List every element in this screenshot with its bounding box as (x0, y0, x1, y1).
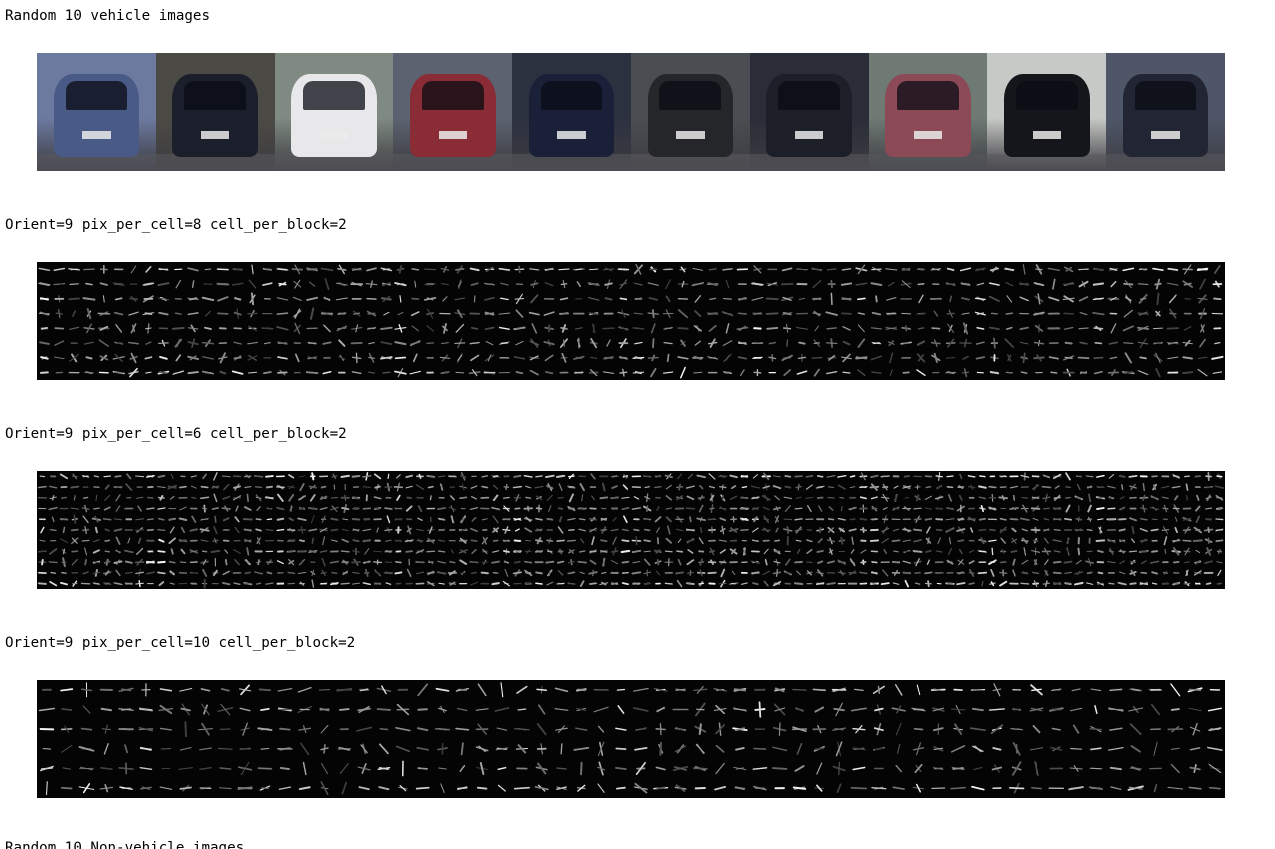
hog-thumbnail (1106, 262, 1225, 380)
hog-thumbnail (274, 471, 394, 589)
hog-thumbnail (987, 262, 1107, 380)
hog-strip-ppc6 (37, 471, 1225, 589)
hog-thumbnail (393, 471, 513, 589)
vehicle-thumbnail (749, 53, 869, 171)
hog-thumbnail (868, 262, 988, 380)
hog-thumbnail (155, 262, 275, 380)
hog-row-3-label: Orient=9 pix_per_cell=10 cell_per_block=… (5, 635, 356, 651)
vehicle-thumbnail (155, 53, 275, 171)
nonvehicle-images-heading: Random 10 Non-vehicle images (5, 840, 245, 849)
hog-thumbnail (749, 471, 869, 589)
hog-thumbnail (393, 262, 513, 380)
hog-thumbnail (868, 680, 988, 798)
vehicle-thumbnail (274, 53, 394, 171)
hog-thumbnail (987, 680, 1107, 798)
hog-thumbnail (1106, 680, 1225, 798)
hog-thumbnail (512, 262, 631, 380)
hog-thumbnail (393, 680, 513, 798)
vehicle-thumbnail (1106, 53, 1225, 171)
vehicle-thumbnail (987, 53, 1107, 171)
hog-thumbnail (749, 680, 869, 798)
hog-thumbnail (155, 471, 275, 589)
hog-thumbnail (630, 262, 750, 380)
hog-row-2-label: Orient=9 pix_per_cell=6 cell_per_block=2 (5, 426, 347, 442)
hog-thumbnail (155, 680, 275, 798)
hog-thumbnail (512, 471, 631, 589)
hog-thumbnail (274, 680, 394, 798)
hog-thumbnail (749, 262, 869, 380)
hog-row-1-label: Orient=9 pix_per_cell=8 cell_per_block=2 (5, 217, 347, 233)
vehicle-images-heading: Random 10 vehicle images (5, 8, 210, 24)
hog-thumbnail (868, 471, 988, 589)
vehicle-thumbnail (868, 53, 988, 171)
hog-thumbnail (37, 680, 156, 798)
hog-thumbnail (630, 471, 750, 589)
hog-thumbnail (37, 262, 156, 380)
vehicle-thumbnail (512, 53, 631, 171)
hog-thumbnail (274, 262, 394, 380)
vehicle-image-strip (37, 53, 1225, 171)
hog-thumbnail (1106, 471, 1225, 589)
hog-thumbnail (512, 680, 631, 798)
vehicle-thumbnail (393, 53, 513, 171)
vehicle-thumbnail (37, 53, 156, 171)
hog-thumbnail (987, 471, 1107, 589)
vehicle-thumbnail (630, 53, 750, 171)
hog-strip-ppc10 (37, 680, 1225, 798)
hog-strip-ppc8 (37, 262, 1225, 380)
hog-thumbnail (37, 471, 156, 589)
hog-thumbnail (630, 680, 750, 798)
